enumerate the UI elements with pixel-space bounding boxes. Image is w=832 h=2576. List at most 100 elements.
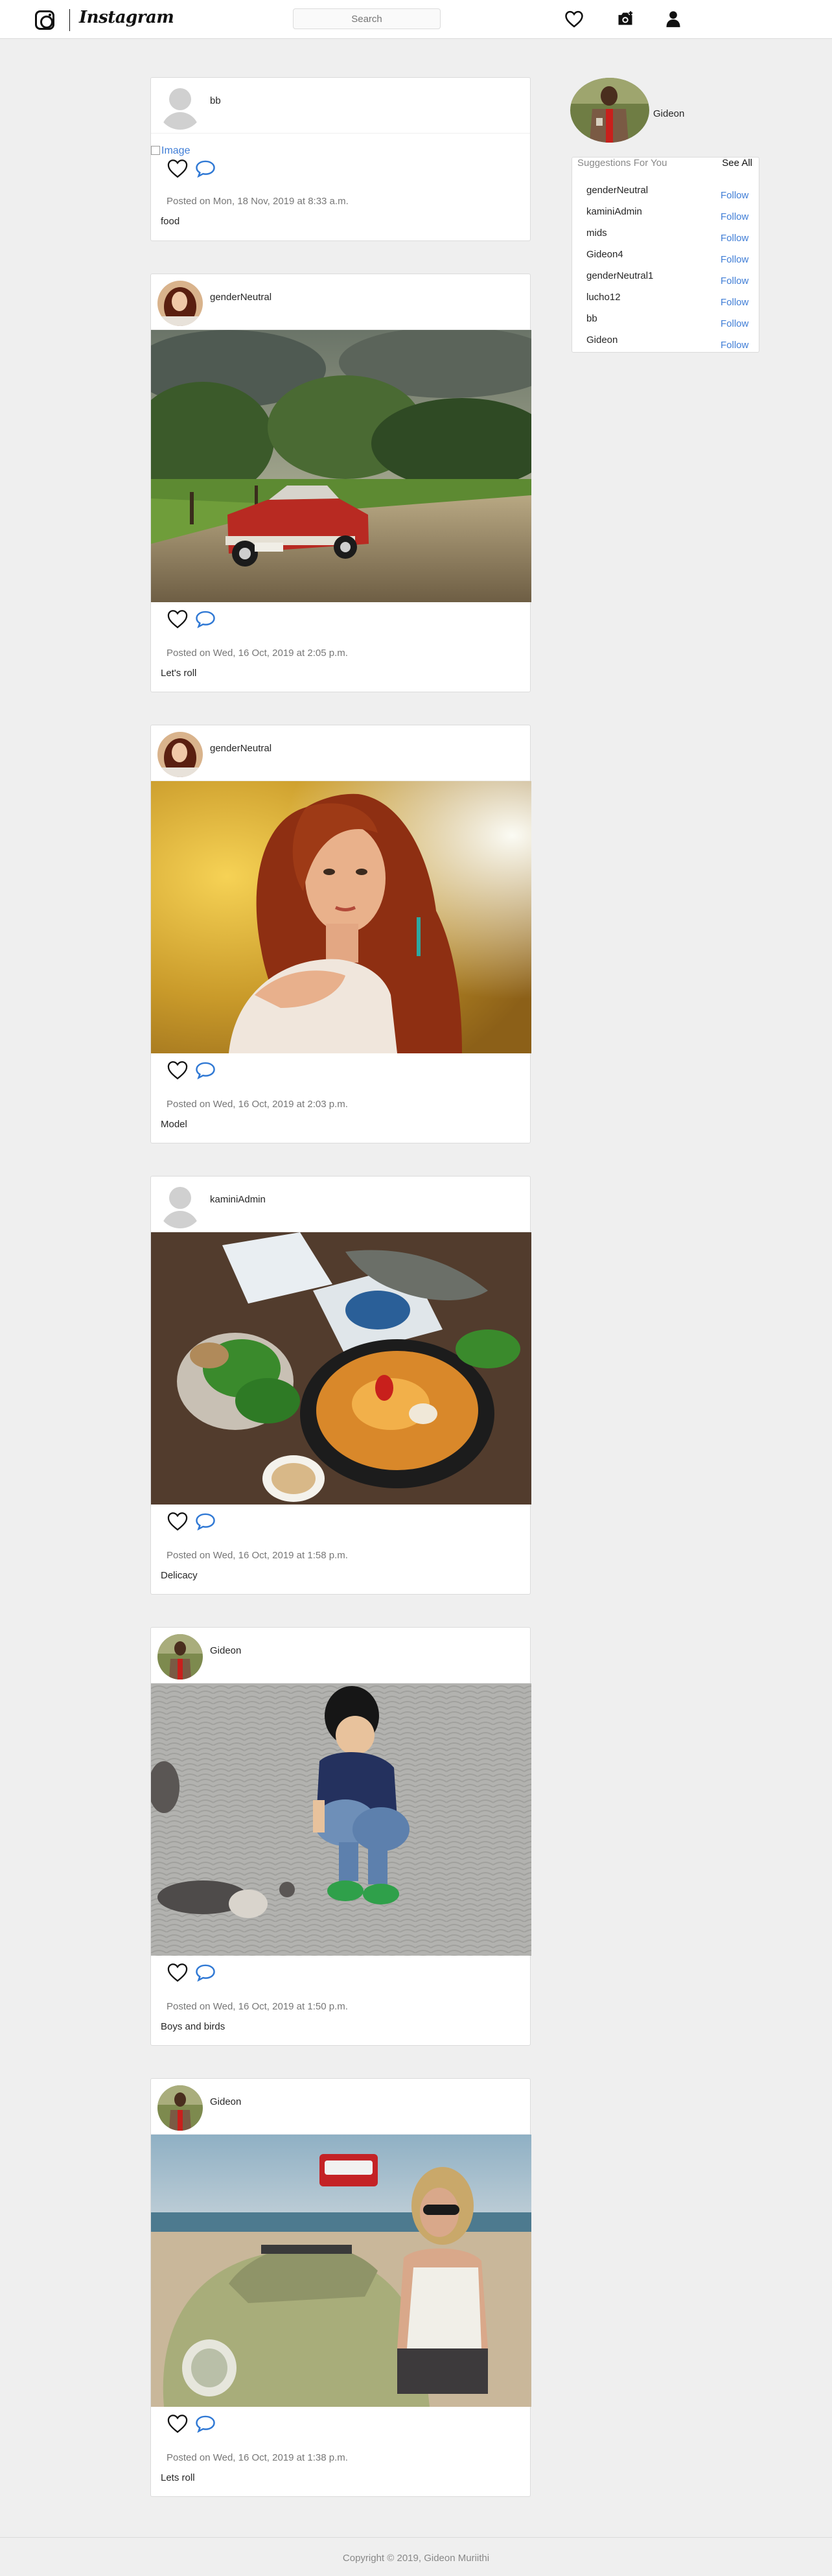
user-avatar[interactable] bbox=[157, 1634, 203, 1680]
comment-bubble-icon[interactable] bbox=[195, 159, 216, 181]
post-actions bbox=[151, 602, 530, 632]
default-avatar[interactable] bbox=[157, 1183, 203, 1228]
post-caption: Delicacy bbox=[161, 1570, 198, 1581]
post-caption: food bbox=[161, 216, 180, 227]
like-heart-icon[interactable] bbox=[167, 1962, 189, 1985]
suggestion-username[interactable]: Gideon4 bbox=[586, 249, 623, 260]
suggestion-username[interactable]: kaminiAdmin bbox=[586, 206, 642, 217]
comment-bubble-icon[interactable] bbox=[195, 1963, 216, 1985]
suggestions-title: Suggestions For You bbox=[577, 158, 667, 169]
post-username[interactable]: Gideon bbox=[210, 1645, 241, 1656]
instagram-wordmark[interactable]: Instagram bbox=[79, 8, 174, 27]
like-heart-icon[interactable] bbox=[167, 158, 189, 181]
post-timestamp: Posted on Wed, 16 Oct, 2019 at 1:58 p.m. bbox=[167, 1550, 348, 1561]
post-timestamp: Posted on Mon, 18 Nov, 2019 at 8:33 a.m. bbox=[167, 196, 349, 207]
post-username[interactable]: Gideon bbox=[210, 2096, 241, 2107]
post-caption: Let's roll bbox=[161, 668, 197, 679]
post-caption: Boys and birds bbox=[161, 2021, 225, 2032]
post-card: genderNeutral Posted on Wed, 16 Oct, 201… bbox=[150, 725, 531, 1143]
post-actions bbox=[151, 1956, 530, 1985]
post-header: Gideon bbox=[151, 1628, 530, 1683]
instagram-logo-icon[interactable] bbox=[35, 10, 54, 30]
post-username[interactable]: bb bbox=[210, 95, 221, 106]
user-avatar[interactable] bbox=[157, 732, 203, 777]
suggestion-username[interactable]: genderNeutral bbox=[586, 185, 648, 196]
like-heart-icon[interactable] bbox=[167, 609, 189, 632]
post-caption: Model bbox=[161, 1119, 187, 1130]
post-actions bbox=[151, 1505, 530, 1534]
post-header: kaminiAdmin bbox=[151, 1177, 530, 1232]
suggestion-row: Gideon Follow bbox=[572, 334, 760, 354]
logo-divider bbox=[69, 9, 70, 31]
suggestion-row: lucho12 Follow bbox=[572, 292, 760, 311]
like-heart-icon[interactable] bbox=[167, 1060, 189, 1083]
post-actions bbox=[151, 1053, 530, 1083]
post-actions bbox=[151, 2407, 530, 2437]
like-heart-icon[interactable] bbox=[167, 1511, 189, 1534]
top-navbar: Instagram bbox=[0, 0, 832, 39]
follow-button[interactable]: Follow bbox=[721, 275, 748, 287]
suggestion-row: Gideon4 Follow bbox=[572, 249, 760, 268]
post-header: Gideon bbox=[151, 2079, 530, 2135]
default-avatar[interactable] bbox=[157, 84, 203, 130]
comment-bubble-icon[interactable] bbox=[195, 1061, 216, 1083]
post-caption: Lets roll bbox=[161, 2472, 195, 2483]
profile-user-icon[interactable] bbox=[662, 8, 684, 30]
post-card: kaminiAdmin Posted on Wed, 16 Oct, 2019 … bbox=[150, 1176, 531, 1595]
follow-button[interactable]: Follow bbox=[721, 340, 748, 351]
suggestion-username[interactable]: Gideon bbox=[586, 334, 618, 345]
post-header: bb bbox=[151, 78, 530, 134]
suggestions-panel: Suggestions For You See All genderNeutra… bbox=[572, 157, 759, 353]
suggestion-username[interactable]: genderNeutral1 bbox=[586, 270, 653, 281]
post-card: Gideon Posted on Wed, 16 Oct, 2019 at 1:… bbox=[150, 2078, 531, 2497]
post-timestamp: Posted on Wed, 16 Oct, 2019 at 1:50 p.m. bbox=[167, 2001, 348, 2012]
post-actions bbox=[151, 158, 530, 181]
broken-image-icon bbox=[151, 146, 160, 155]
suggestion-username[interactable]: mids bbox=[586, 228, 607, 239]
suggestion-row: genderNeutral1 Follow bbox=[572, 270, 760, 290]
post-timestamp: Posted on Wed, 16 Oct, 2019 at 2:05 p.m. bbox=[167, 648, 348, 659]
post-timestamp: Posted on Wed, 16 Oct, 2019 at 2:03 p.m. bbox=[167, 1099, 348, 1110]
post-image-car-and-woman[interactable] bbox=[151, 2135, 531, 2407]
suggestion-row: bb Follow bbox=[572, 313, 760, 333]
post-image-model[interactable] bbox=[151, 781, 531, 1053]
see-all-link[interactable]: See All bbox=[722, 158, 752, 169]
follow-button[interactable]: Follow bbox=[721, 318, 748, 329]
user-avatar[interactable] bbox=[157, 281, 203, 326]
post-username[interactable]: kaminiAdmin bbox=[210, 1194, 266, 1205]
post-image-car[interactable] bbox=[151, 330, 531, 602]
comment-bubble-icon[interactable] bbox=[195, 610, 216, 631]
suggestion-username[interactable]: lucho12 bbox=[586, 292, 621, 303]
post-image-boy-and-birds[interactable] bbox=[151, 1683, 531, 1956]
post-card: genderNeutral Posted on Wed, 16 Oct, 201… bbox=[150, 274, 531, 692]
user-avatar[interactable] bbox=[157, 2085, 203, 2131]
comment-bubble-icon[interactable] bbox=[195, 2415, 216, 2436]
post-image-delicacy[interactable] bbox=[151, 1232, 531, 1505]
like-heart-icon[interactable] bbox=[167, 2413, 189, 2437]
follow-button[interactable]: Follow bbox=[721, 211, 748, 222]
broken-post-image: Image bbox=[151, 134, 530, 158]
suggestion-username[interactable]: bb bbox=[586, 313, 597, 324]
copyright-text: Copyright © 2019, Gideon Muriithi bbox=[342, 2553, 490, 2564]
follow-button[interactable]: Follow bbox=[721, 233, 748, 244]
suggestion-row: kaminiAdmin Follow bbox=[572, 206, 760, 226]
current-user-name[interactable]: Gideon bbox=[653, 108, 684, 119]
search-input[interactable] bbox=[293, 8, 441, 29]
follow-button[interactable]: Follow bbox=[721, 297, 748, 308]
post-username[interactable]: genderNeutral bbox=[210, 292, 272, 303]
post-timestamp: Posted on Wed, 16 Oct, 2019 at 1:38 p.m. bbox=[167, 2452, 348, 2463]
follow-button[interactable]: Follow bbox=[721, 190, 748, 201]
post-username[interactable]: genderNeutral bbox=[210, 743, 272, 754]
broken-image-alt-text: Image bbox=[161, 145, 191, 156]
current-user-avatar[interactable] bbox=[570, 78, 649, 143]
activity-heart-icon[interactable] bbox=[563, 8, 585, 30]
post-card: Gideon Posted on Wed, 16 Oct, 2019 at 1:… bbox=[150, 1627, 531, 2046]
follow-button[interactable]: Follow bbox=[721, 254, 748, 265]
comment-bubble-icon[interactable] bbox=[195, 1512, 216, 1534]
page-footer: Copyright © 2019, Gideon Muriithi bbox=[0, 2537, 832, 2576]
post-card: bb Image Posted on Mon, 18 Nov, 2019 at … bbox=[150, 77, 531, 241]
suggestion-row: mids Follow bbox=[572, 228, 760, 247]
post-header: genderNeutral bbox=[151, 725, 530, 781]
suggestion-row: genderNeutral Follow bbox=[572, 185, 760, 204]
upload-camera-icon[interactable] bbox=[614, 8, 636, 30]
